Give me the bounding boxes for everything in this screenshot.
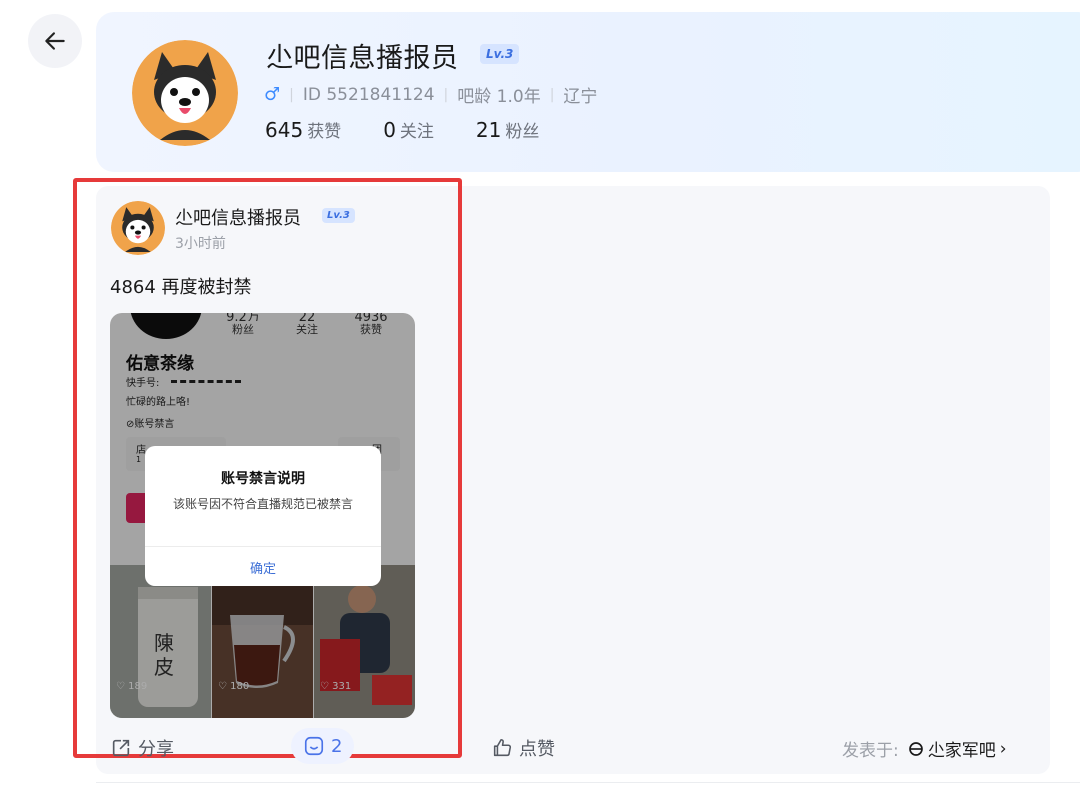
- male-icon: ♂: [264, 84, 281, 105]
- stat-value: 0: [383, 118, 396, 142]
- stat-following[interactable]: 0 关注: [383, 117, 434, 142]
- posted-in-label: 发表于:: [842, 741, 899, 761]
- comment-count: 2: [331, 735, 343, 757]
- forum-name: 尐家军吧: [927, 741, 996, 761]
- profile-name: 尐吧信息播报员: [266, 43, 459, 74]
- avatar[interactable]: [132, 40, 238, 146]
- like-button[interactable]: 点赞: [491, 735, 555, 761]
- stat-label: 关注: [399, 122, 434, 142]
- stat-label: 粉丝: [505, 122, 540, 142]
- share-icon: [112, 739, 130, 757]
- chevron-right-icon: ›: [999, 738, 1007, 759]
- divider: [145, 546, 381, 547]
- dialog-confirm-button: 确定: [249, 562, 276, 577]
- account-age: 吧龄 1.0年: [457, 87, 541, 107]
- arrow-left-icon: [45, 32, 65, 50]
- stat-value: 645: [265, 118, 304, 142]
- back-button[interactable]: [28, 14, 82, 68]
- dialog-body: 该账号因不符合直播规范已被禁言: [172, 497, 353, 511]
- divider: |: [549, 86, 555, 103]
- level-badge: Lv.3: [480, 44, 520, 64]
- divider: [96, 782, 1080, 783]
- location: 辽宁: [563, 87, 598, 107]
- stat-label: 获赞: [307, 122, 342, 142]
- comment-button[interactable]: 2: [291, 728, 355, 764]
- user-id: ID 5521841124: [302, 84, 435, 105]
- ban-dialog: 账号禁言说明 该账号因不符合直播规范已被禁言 确定: [145, 446, 381, 586]
- divider: |: [443, 86, 449, 103]
- share-label: 分享: [138, 739, 174, 760]
- stat-followers[interactable]: 21 粉丝: [476, 117, 539, 142]
- dialog-title: 账号禁言说明: [221, 471, 305, 487]
- stat-likes: 645 获赞: [265, 117, 341, 142]
- comment-icon: [304, 736, 324, 756]
- stat-value: 21: [475, 118, 502, 142]
- share-button[interactable]: 分享: [110, 735, 174, 761]
- posted-in-link[interactable]: 发表于: 尐家军吧 ›: [842, 736, 1007, 762]
- divider: |: [289, 86, 294, 103]
- profile-stats: 645 获赞 0 关注 21 粉丝: [265, 117, 581, 142]
- thumbs-up-icon: [493, 738, 512, 757]
- profile-meta: ♂ | ID 5521841124 | 吧龄 1.0年 | 辽宁: [264, 82, 597, 107]
- profile-card: 尐吧信息播报员 Lv.3 ♂ | ID 5521841124 | 吧龄 1.0年…: [96, 12, 1080, 172]
- like-label: 点赞: [519, 739, 555, 760]
- forum-icon: [908, 741, 923, 756]
